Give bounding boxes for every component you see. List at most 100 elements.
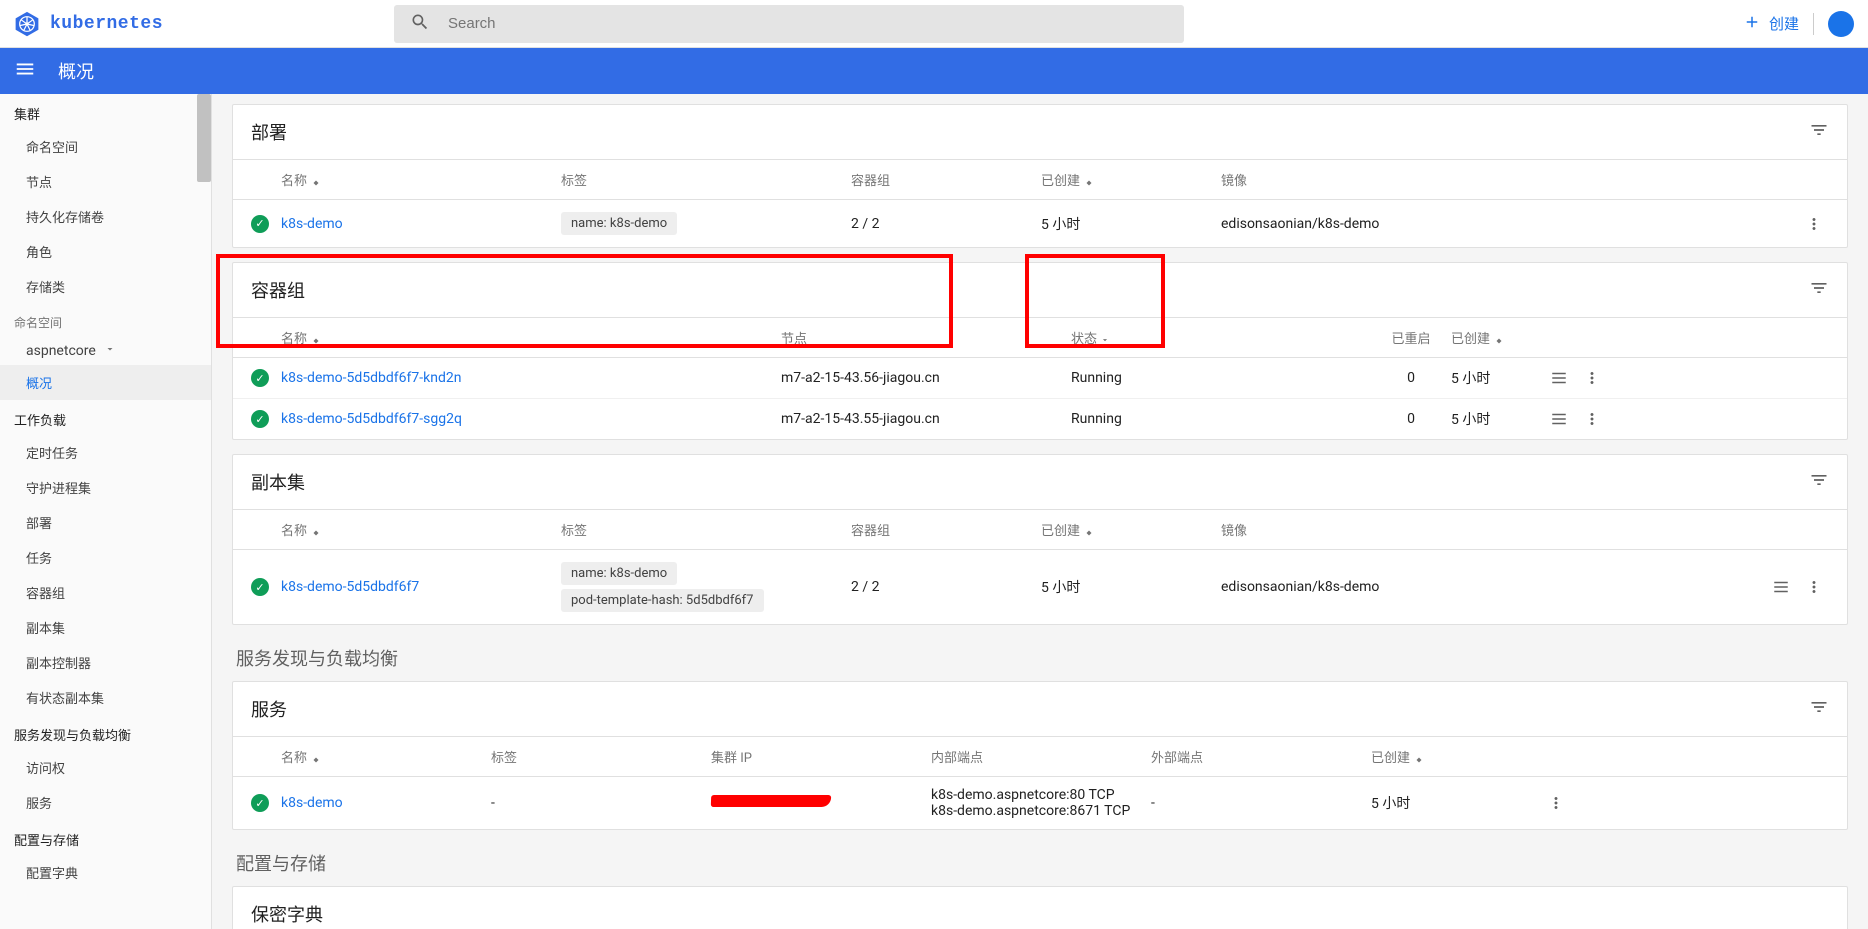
col-label[interactable]: 标签 <box>561 520 851 539</box>
col-image[interactable]: 镜像 <box>1221 520 1763 539</box>
svc-ext: - <box>1151 795 1371 811</box>
row-menu[interactable] <box>1541 794 1571 812</box>
nav-configmaps[interactable]: 配置字典 <box>0 855 211 890</box>
col-restart[interactable]: 已重启 <box>1371 328 1451 347</box>
table-row: ✓ k8s-demo-5d5dbdf6f7-knd2n m7-a2-15-43.… <box>233 358 1847 399</box>
kubernetes-logo-icon <box>14 11 40 37</box>
nav-pv[interactable]: 持久化存储卷 <box>0 199 211 234</box>
created-time: 5 小时 <box>1041 577 1221 597</box>
filter-icon[interactable] <box>1809 697 1829 721</box>
nav-group-workloads[interactable]: 工作负载 <box>0 400 211 435</box>
plus-icon <box>1743 13 1761 35</box>
pod-status: Running <box>1071 370 1371 386</box>
search-input[interactable] <box>448 15 1168 32</box>
nav-rc[interactable]: 副本控制器 <box>0 645 211 680</box>
nav-ingress[interactable]: 访问权 <box>0 750 211 785</box>
filter-icon[interactable] <box>1809 120 1829 144</box>
col-created[interactable]: 已创建 <box>1041 174 1080 189</box>
sort-icon[interactable] <box>310 524 322 539</box>
sort-icon[interactable] <box>310 174 322 189</box>
status-ok-icon: ✓ <box>251 578 269 596</box>
create-button[interactable]: 创建 <box>1743 13 1799 35</box>
namespace-selector[interactable]: aspnetcore <box>0 337 211 365</box>
nav-group-discovery[interactable]: 服务发现与负载均衡 <box>0 715 211 750</box>
rs-link[interactable]: k8s-demo-5d5dbdf6f7 <box>281 579 419 595</box>
filter-icon[interactable] <box>1809 470 1829 494</box>
col-created[interactable]: 已创建 <box>1371 751 1410 766</box>
sort-icon[interactable] <box>1100 332 1110 347</box>
deployment-link[interactable]: k8s-demo <box>281 216 343 232</box>
create-label: 创建 <box>1769 13 1799 34</box>
pod-restart: 0 <box>1371 370 1451 386</box>
logs-icon[interactable] <box>1541 369 1577 387</box>
col-name[interactable]: 名称 <box>281 524 307 539</box>
col-image[interactable]: 镜像 <box>1221 170 1799 189</box>
row-menu[interactable] <box>1577 410 1607 428</box>
sort-icon[interactable] <box>1413 751 1425 766</box>
pod-link[interactable]: k8s-demo-5d5dbdf6f7-sgg2q <box>281 411 462 427</box>
col-created[interactable]: 已创建 <box>1041 524 1080 539</box>
nav-daemonsets[interactable]: 守护进程集 <box>0 470 211 505</box>
nav-replicasets[interactable]: 副本集 <box>0 610 211 645</box>
col-name[interactable]: 名称 <box>281 751 307 766</box>
nav-storageclass[interactable]: 存储类 <box>0 269 211 304</box>
sort-icon[interactable] <box>310 751 322 766</box>
col-label[interactable]: 标签 <box>561 170 851 189</box>
row-menu[interactable] <box>1799 215 1829 233</box>
deployments-card: 部署 名称 标签 容器组 已创建 镜像 ✓ k8s-demo name: k8s… <box>232 104 1848 248</box>
nav-cronjobs[interactable]: 定时任务 <box>0 435 211 470</box>
nav-namespaces[interactable]: 命名空间 <box>0 129 211 164</box>
col-pods[interactable]: 容器组 <box>851 170 1041 189</box>
pod-node: m7-a2-15-43.55-jiagou.cn <box>781 411 1071 427</box>
col-label[interactable]: 标签 <box>491 747 711 766</box>
sidebar: 集群 命名空间 节点 持久化存储卷 角色 存储类 命名空间 aspnetcore… <box>0 94 212 929</box>
pod-link[interactable]: k8s-demo-5d5dbdf6f7-knd2n <box>281 370 461 386</box>
col-ext[interactable]: 外部端点 <box>1151 747 1371 766</box>
scrollbar[interactable] <box>197 94 211 182</box>
col-name[interactable]: 名称 <box>281 332 307 347</box>
row-menu[interactable] <box>1577 369 1607 387</box>
svc-link[interactable]: k8s-demo <box>281 795 343 811</box>
logs-icon[interactable] <box>1763 578 1799 596</box>
col-status[interactable]: 状态 <box>1071 332 1097 347</box>
rs-title: 副本集 <box>251 469 305 495</box>
nav-deployments[interactable]: 部署 <box>0 505 211 540</box>
col-int[interactable]: 内部端点 <box>931 747 1151 766</box>
svc-label: - <box>491 795 711 811</box>
nav-statefulsets[interactable]: 有状态副本集 <box>0 680 211 715</box>
nav-roles[interactable]: 角色 <box>0 234 211 269</box>
sort-icon[interactable] <box>1083 174 1095 189</box>
hamburger-menu-icon[interactable] <box>14 58 36 84</box>
status-ok-icon: ✓ <box>251 794 269 812</box>
secrets-card: 保密字典 <box>232 886 1848 929</box>
logo[interactable]: kubernetes <box>14 11 394 37</box>
svc-ip <box>711 795 931 811</box>
table-row: ✓ k8s-demo - k8s-demo.aspnetcore:80 TCP … <box>233 777 1847 829</box>
sort-icon[interactable] <box>1083 524 1095 539</box>
nav-jobs[interactable]: 任务 <box>0 540 211 575</box>
sort-icon[interactable] <box>1493 332 1505 347</box>
sort-icon[interactable] <box>310 332 322 347</box>
user-avatar[interactable] <box>1828 11 1854 37</box>
col-pods[interactable]: 容器组 <box>851 520 1041 539</box>
table-row: ✓ k8s-demo-5d5dbdf6f7 name: k8s-demo pod… <box>233 550 1847 624</box>
svc-created: 5 小时 <box>1371 793 1541 813</box>
page-title: 概况 <box>58 58 94 84</box>
nav-group-config[interactable]: 配置与存储 <box>0 820 211 855</box>
col-created[interactable]: 已创建 <box>1451 332 1490 347</box>
table-row: ✓ k8s-demo name: k8s-demo 2 / 2 5 小时 edi… <box>233 200 1847 247</box>
col-node[interactable]: 节点 <box>781 328 1071 347</box>
filter-icon[interactable] <box>1809 278 1829 302</box>
logs-icon[interactable] <box>1541 410 1577 428</box>
nav-nodes[interactable]: 节点 <box>0 164 211 199</box>
nav-group-cluster[interactable]: 集群 <box>0 94 211 129</box>
search-box[interactable] <box>394 5 1184 43</box>
pods-card: 容器组 名称 节点 状态 已重启 已创建 ✓ k8s-demo-5d5dbdf6… <box>232 262 1848 440</box>
nav-pods[interactable]: 容器组 <box>0 575 211 610</box>
dropdown-icon <box>104 343 116 359</box>
nav-overview[interactable]: 概况 <box>0 365 211 400</box>
row-menu[interactable] <box>1799 578 1829 596</box>
col-ip[interactable]: 集群 IP <box>711 747 931 766</box>
nav-services[interactable]: 服务 <box>0 785 211 820</box>
col-name[interactable]: 名称 <box>281 174 307 189</box>
